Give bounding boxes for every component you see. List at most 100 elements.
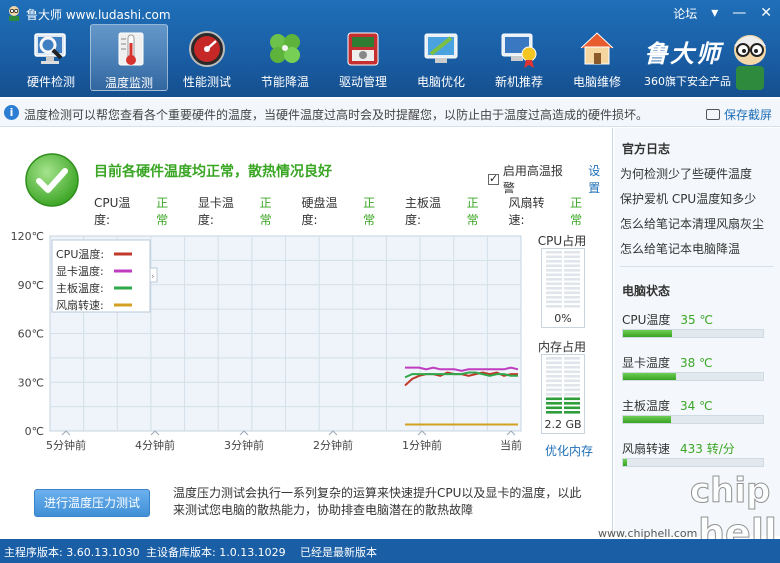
meter-segment xyxy=(564,366,580,369)
stat-cpu-temp: CPU温度 35 ℃ xyxy=(622,311,772,338)
tab-label: 电脑优化 xyxy=(416,75,465,89)
status-key: CPU温度: xyxy=(94,196,131,227)
tab-label: 新机推荐 xyxy=(494,75,543,89)
stat-name: 主板温度 xyxy=(622,399,671,413)
meter-segment xyxy=(546,260,562,263)
window-controls: 论坛 ▾ — ✕ xyxy=(673,3,772,23)
x-tick-mark xyxy=(61,430,71,436)
meter-segment xyxy=(546,402,562,405)
meter-segment xyxy=(546,393,562,396)
optimize-memory-link[interactable]: 优化内存 xyxy=(545,442,593,459)
menu-dropdown-icon[interactable]: ▾ xyxy=(711,6,718,20)
status-key: 硬盘温度: xyxy=(301,196,338,227)
log-link[interactable]: 怎么给笔记本电脑降温 xyxy=(620,240,740,257)
meter-segment xyxy=(564,260,580,263)
tab-new-pc-recommend[interactable]: 新机推荐 xyxy=(480,24,558,91)
x-tick-label: 1分钟前 xyxy=(402,438,442,452)
broom-screen-icon xyxy=(424,33,458,63)
cpu-usage-value: 0% xyxy=(554,312,572,325)
ludashi-window: 鲁大师 www.ludashi.com 论坛 ▾ — ✕ 硬件检测 温度监测 性… xyxy=(0,0,780,563)
meter-segment xyxy=(546,361,562,365)
legend-collapse-icon: › xyxy=(151,272,155,282)
stat-bar-fill xyxy=(623,330,672,337)
tab-label: 硬件检测 xyxy=(26,75,75,89)
tab-driver-management[interactable]: 驱动管理 xyxy=(324,24,402,91)
meter-segment xyxy=(564,255,580,259)
meter-segment xyxy=(564,406,580,410)
stress-test-button[interactable]: 进行温度压力测试 xyxy=(34,489,150,517)
title-bar: 鲁大师 www.ludashi.com 论坛 ▾ — ✕ xyxy=(0,0,780,26)
tab-pc-optimize[interactable]: 电脑优化 xyxy=(402,24,480,91)
meter-segment xyxy=(564,384,580,387)
log-link[interactable]: 怎么给笔记本清理风扇灰尘 xyxy=(620,215,764,232)
y-tick-label: 0℃ xyxy=(25,425,44,438)
log-link[interactable]: 为何检测少了些硬件温度 xyxy=(620,165,752,182)
clover-icon xyxy=(270,34,300,63)
meter-segment xyxy=(564,264,580,268)
monitor-magnifier-icon xyxy=(34,33,66,64)
stat-name: CPU温度 xyxy=(622,313,671,327)
meter-segment xyxy=(546,291,562,295)
hardware-status-line: CPU温度: 正常 显卡温度: 正常 硬盘温度: 正常 主板温度: 正常 风扇转速: 正常 xyxy=(94,194,612,228)
log-link[interactable]: 保护爱机 CPU温度知多少 xyxy=(620,190,756,207)
legend-label: CPU温度: xyxy=(56,247,104,261)
meter-segment xyxy=(564,251,580,254)
stat-fan-speed: 风扇转速 433 转/分 xyxy=(622,440,772,467)
alarm-checkbox[interactable] xyxy=(488,172,499,185)
meter-segment xyxy=(564,379,580,383)
meter-segment xyxy=(564,393,580,396)
program-version: 主程序版本: 3.60.13.1030 xyxy=(4,546,140,559)
tab-label: 节能降温 xyxy=(260,75,309,89)
legend-label: 主板温度: xyxy=(56,281,104,295)
stat-value: 34 ℃ xyxy=(680,399,713,413)
stat-value: 38 ℃ xyxy=(680,356,713,370)
status-key: 主板温度: xyxy=(404,196,441,227)
status-bar: 主程序版本: 3.60.13.1030 主设备库版本: 1.0.13.1029 … xyxy=(0,539,780,563)
status-key: 风扇转速: xyxy=(508,196,545,227)
save-screenshot-button[interactable]: 保存截屏 xyxy=(705,106,772,123)
meter-segment xyxy=(546,296,562,299)
tab-label: 温度监测 xyxy=(104,76,153,90)
cpu-usage-meter: 0% xyxy=(541,248,585,328)
meter-segment xyxy=(546,305,562,308)
minimize-button[interactable]: — xyxy=(732,6,746,20)
meter-segment xyxy=(564,411,580,414)
meter-segment xyxy=(546,269,562,272)
top-header: 鲁大师 www.ludashi.com 论坛 ▾ — ✕ 硬件检测 温度监测 性… xyxy=(0,0,780,97)
sidebar-divider xyxy=(620,266,774,267)
meter-segment xyxy=(546,366,562,369)
x-tick-label: 3分钟前 xyxy=(224,438,264,452)
status-value: 正常 xyxy=(259,196,272,227)
tab-temperature-monitor[interactable]: 温度监测 xyxy=(90,24,168,91)
y-tick-label: 30℃ xyxy=(18,376,44,389)
memory-usage-bars xyxy=(546,357,580,414)
memory-usage-meter: 2.2 GB xyxy=(541,354,585,434)
official-log-title: 官方日志 xyxy=(622,142,671,156)
meter-segment xyxy=(564,291,580,295)
speedometer-icon xyxy=(189,31,225,67)
forum-link[interactable]: 论坛 xyxy=(673,5,697,22)
tab-energy-saving[interactable]: 节能降温 xyxy=(246,24,324,91)
close-button[interactable]: ✕ xyxy=(760,6,772,20)
meter-segment xyxy=(564,375,580,378)
stat-bar xyxy=(622,415,764,424)
meter-segment xyxy=(546,282,562,286)
meter-segment xyxy=(546,264,562,268)
svg-text:chip: chip xyxy=(690,471,770,511)
info-icon: i xyxy=(4,105,19,120)
tab-hardware-detect[interactable]: 硬件检测 xyxy=(12,24,90,91)
meter-segment xyxy=(546,406,562,410)
meter-segment xyxy=(546,388,562,392)
x-tick-label: 2分钟前 xyxy=(313,438,353,452)
cpu-usage-title: CPU占用 xyxy=(537,234,587,248)
alarm-label[interactable]: 启用高温报警 xyxy=(503,162,574,196)
meter-segment xyxy=(564,282,580,286)
tab-performance-test[interactable]: 性能测试 xyxy=(168,24,246,91)
meter-segment xyxy=(564,397,580,401)
y-tick-label: 60℃ xyxy=(18,328,44,341)
meter-segment xyxy=(546,300,562,304)
tab-pc-repair[interactable]: 电脑维修 xyxy=(558,24,636,91)
stat-board-temp: 主板温度 34 ℃ xyxy=(622,397,772,424)
settings-link[interactable]: 设置 xyxy=(588,162,612,196)
meter-segment xyxy=(546,255,562,259)
